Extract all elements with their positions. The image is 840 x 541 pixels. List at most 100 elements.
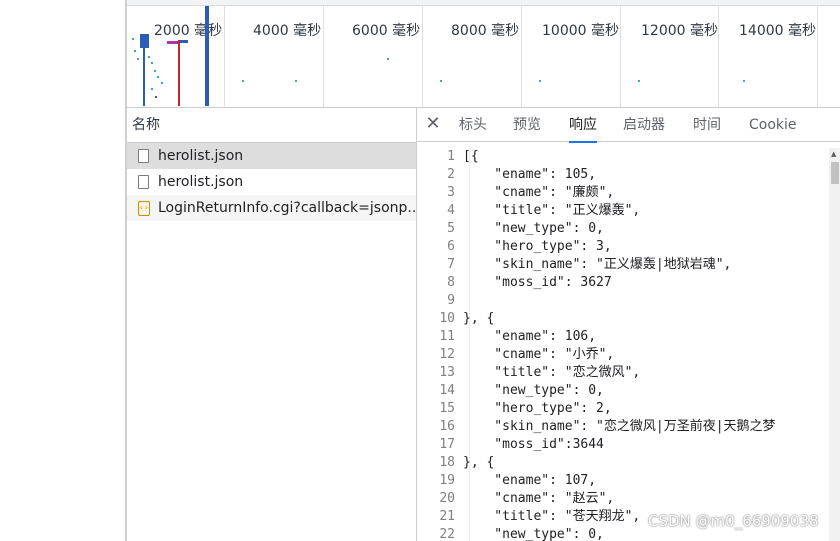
code-text: "moss_id":3644 — [463, 437, 604, 452]
code-line: 13 "title": "恋之微风", — [417, 364, 840, 382]
code-text: "skin_name": "恋之微风|万圣前夜|天鹅之梦 — [463, 419, 776, 434]
line-number: 9 — [447, 293, 455, 308]
close-icon[interactable]: ✕ — [423, 114, 443, 134]
line-number: 21 — [439, 509, 455, 524]
activity-dot — [242, 80, 244, 82]
code-text: "new_type": 0, — [463, 383, 604, 398]
request-name: herolist.json — [158, 148, 244, 164]
tick-label: 8000 毫秒 — [451, 23, 520, 39]
line-number: 3 — [447, 185, 455, 200]
response-code-viewer[interactable]: 1[{2 "ename": 105, 3 "cname": "廉颇", 4 "tit… — [417, 148, 840, 541]
activity-dot — [132, 38, 134, 40]
activity-dot — [134, 50, 136, 52]
code-text: "ename": 107, — [463, 473, 597, 488]
request-detail-panel: ✕ 标头 预览 响应 启动器 时间 Cookie 1 [{2 "ename": 1… — [417, 108, 840, 541]
overview-column: 8000 毫秒 — [423, 6, 522, 107]
overview-column: 6000 毫秒 — [324, 6, 423, 107]
code-text: }, { — [463, 455, 495, 470]
code-line: 7 "skin_name": "正义爆轰|地狱岩魂", — [417, 256, 840, 274]
code-text: "ename": 105, — [463, 167, 597, 182]
code-text: "hero_type": 3, — [463, 239, 612, 254]
activity-dot — [387, 58, 389, 60]
code-text: "cname": "赵云", — [463, 491, 615, 506]
activity-dot — [154, 70, 156, 72]
activity-dot — [151, 62, 153, 64]
line-number: 20 — [439, 491, 455, 506]
line-number: 8 — [447, 275, 455, 290]
code-text: "cname": "廉颇", — [463, 185, 615, 200]
code-text: "new_type": 0, — [463, 527, 604, 541]
code-line: 11 "ename": 106, — [417, 328, 840, 346]
request-row[interactable]: LoginReturnInfo.cgi?callback=jsonp... — [127, 195, 416, 221]
tab-response[interactable]: 响应 — [569, 108, 597, 143]
file-icon — [138, 149, 149, 163]
tab-preview[interactable]: 预览 — [513, 108, 541, 142]
code-line: 9 — [417, 292, 840, 310]
overview-column: 12000 毫秒 — [621, 6, 719, 107]
request-name: LoginReturnInfo.cgi?callback=jsonp... — [158, 200, 416, 216]
code-text: "ename": 106, — [463, 329, 597, 344]
overview-column: 10000 毫秒 — [522, 6, 621, 107]
line-number: 10 — [439, 311, 455, 326]
request-row[interactable]: herolist.json — [127, 143, 416, 169]
code-text: "title": "正义爆轰", — [463, 203, 641, 218]
name-column-header[interactable]: 名称 — [127, 108, 416, 143]
request-row[interactable]: herolist.json — [127, 169, 416, 195]
code-line: 4 "title": "正义爆轰", — [417, 202, 840, 220]
response-scrollbar[interactable]: ▲ — [829, 148, 840, 541]
code-line: 15 "hero_type": 2, — [417, 400, 840, 418]
tick-label: 10000 毫秒 — [542, 23, 619, 39]
request-bar — [143, 48, 145, 106]
code-text: [{ — [463, 149, 479, 164]
activity-dot — [638, 80, 640, 82]
code-line: 12 "cname": "小乔", — [417, 346, 840, 364]
activity-dot — [155, 96, 157, 98]
line-number: 22 — [439, 527, 455, 541]
request-name: herolist.json — [158, 174, 244, 190]
network-overview-timeline[interactable]: 2000 毫秒 4000 毫秒 6000 毫秒 8000 毫秒 10000 毫秒… — [127, 0, 840, 108]
activity-dot — [151, 88, 153, 90]
code-line: 3 "cname": "廉颇", — [417, 184, 840, 202]
code-text: "moss_id": 3627 — [463, 275, 612, 290]
code-line: 18}, { — [417, 454, 840, 472]
tick-label: 4000 毫秒 — [253, 23, 322, 39]
line-number: 6 — [447, 239, 455, 254]
request-list-panel: 名称 herolist.json herolist.json LoginRetu… — [127, 108, 417, 541]
scroll-up-arrow-icon[interactable]: ▲ — [831, 150, 836, 158]
line-number: 15 — [439, 401, 455, 416]
tick-label: 2000 毫秒 — [154, 23, 223, 39]
activity-dot — [539, 80, 541, 82]
activity-dot — [148, 56, 150, 58]
line-number: 14 — [439, 383, 455, 398]
overview-column: 4000 毫秒 — [225, 6, 324, 107]
overview-column: 2000 毫秒 — [127, 6, 225, 107]
script-icon — [138, 195, 150, 221]
activity-dot — [295, 80, 297, 82]
code-text: "hero_type": 2, — [463, 401, 612, 416]
tab-initiator[interactable]: 启动器 — [623, 108, 665, 142]
tab-cookie[interactable]: Cookie — [749, 108, 797, 142]
tick-label: 6000 毫秒 — [352, 23, 421, 39]
code-text: "new_type": 0, — [463, 221, 604, 236]
current-time-marker — [205, 6, 209, 106]
tab-headers[interactable]: 标头 — [459, 108, 487, 142]
code-text: "skin_name": "正义爆轰|地狱岩魂", — [463, 257, 732, 272]
file-icon — [138, 175, 149, 189]
line-number: 5 — [447, 221, 455, 236]
activity-dot — [440, 80, 442, 82]
line-number: 1 — [447, 149, 455, 164]
activity-dot — [161, 82, 163, 84]
left-blank-area — [0, 0, 126, 541]
tick-label: 12000 毫秒 — [641, 23, 718, 39]
detail-tabbar: ✕ 标头 预览 响应 启动器 时间 Cookie — [417, 108, 840, 143]
code-line: 19 "ename": 107, — [417, 472, 840, 490]
code-line: 1 [{ — [417, 148, 840, 166]
code-line: 10}, { — [417, 310, 840, 328]
scrollbar-thumb[interactable] — [831, 162, 839, 184]
code-text: "title": "恋之微风", — [463, 365, 641, 380]
tick-label: 14000 毫秒 — [739, 23, 816, 39]
overview-column: 14000 毫秒 — [719, 6, 818, 107]
tab-timing[interactable]: 时间 — [693, 108, 721, 142]
code-text: "title": "苍天翔龙", — [463, 509, 641, 524]
load-event-marker — [178, 40, 180, 106]
